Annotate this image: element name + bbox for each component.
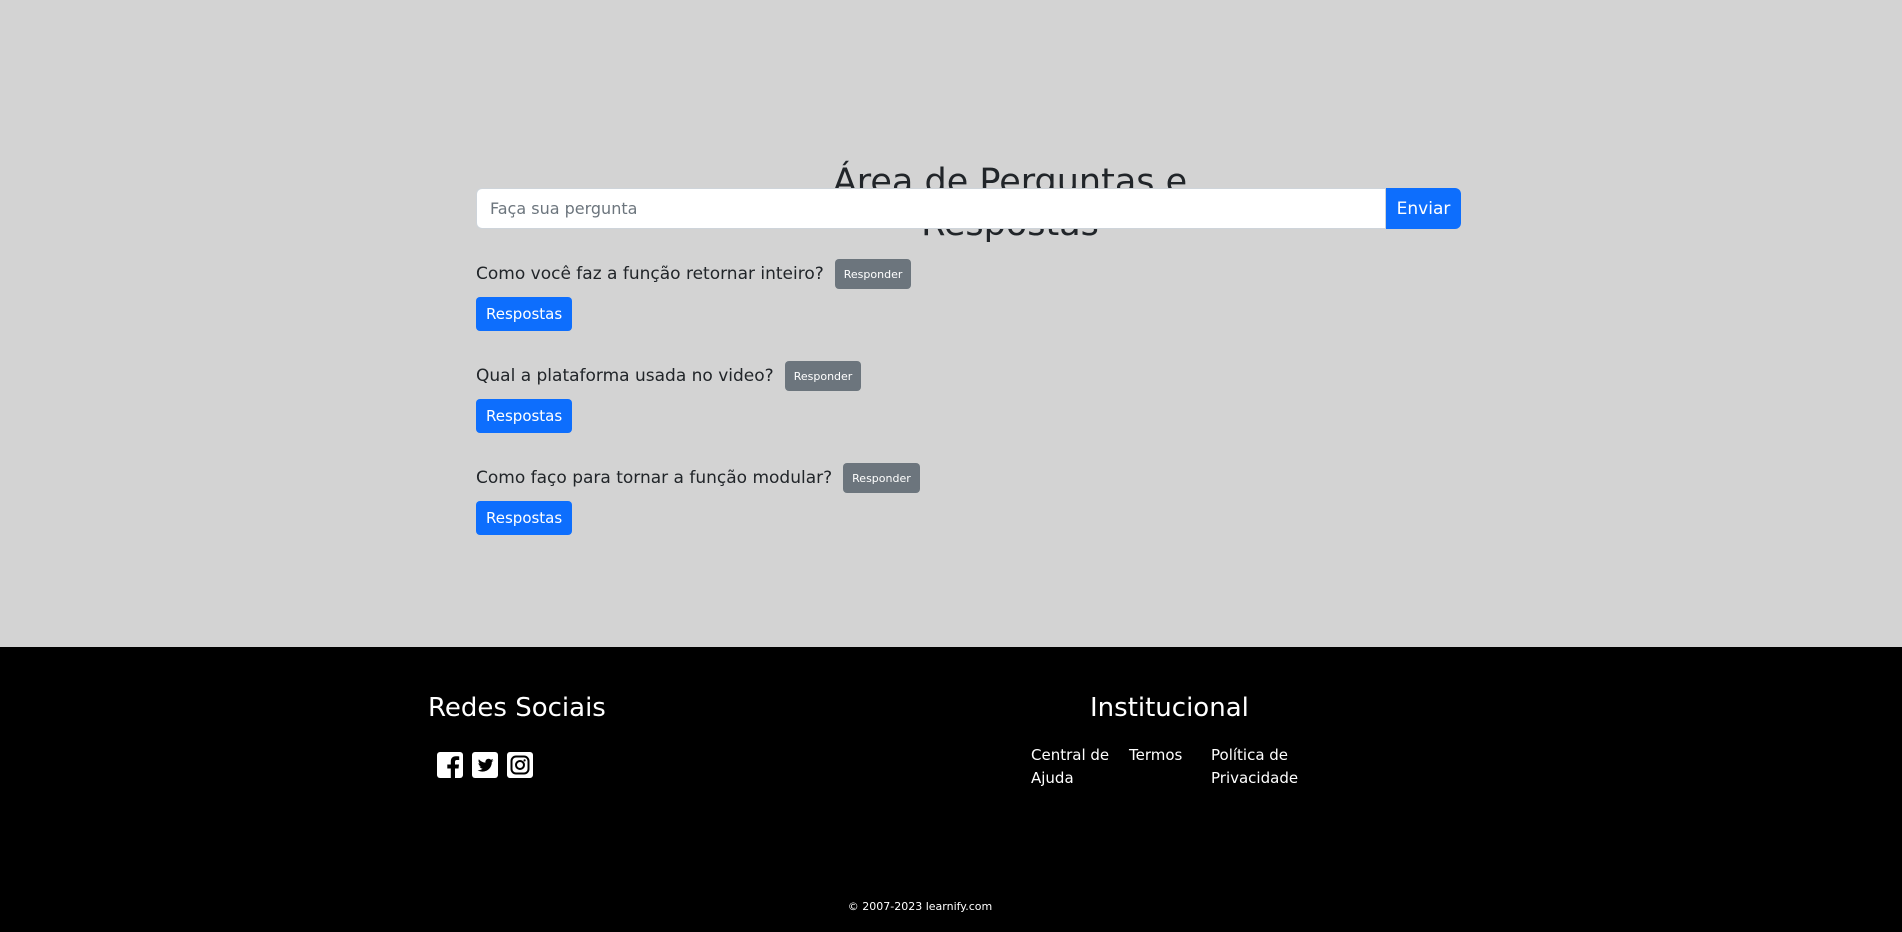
question-text: Qual a plataforma usada no video? bbox=[476, 366, 774, 386]
question-item: Como faço para tornar a função modular? … bbox=[476, 463, 920, 535]
send-button[interactable]: Enviar bbox=[1386, 188, 1461, 229]
privacy-policy-link[interactable]: Política de Privacidade bbox=[1211, 744, 1311, 790]
reply-button[interactable]: Responder bbox=[843, 463, 920, 493]
institutional-links: Central de Ajuda Termos Política de Priv… bbox=[1031, 744, 1311, 790]
social-title: Redes Sociais bbox=[428, 693, 606, 723]
answers-button[interactable]: Respostas bbox=[476, 501, 573, 535]
institutional-title: Institucional bbox=[1090, 693, 1249, 723]
copyright: © 2007-2023 learnify.com bbox=[847, 900, 993, 913]
help-center-link[interactable]: Central de Ajuda bbox=[1031, 744, 1129, 790]
question-text: Como você faz a função retornar inteiro? bbox=[476, 264, 824, 284]
ask-form: Enviar bbox=[476, 188, 1461, 229]
footer: Redes Sociais Institucional Central de A bbox=[0, 647, 1902, 932]
instagram-icon[interactable] bbox=[506, 751, 534, 779]
terms-link[interactable]: Termos bbox=[1129, 744, 1211, 790]
answers-button[interactable]: Respostas bbox=[476, 297, 573, 331]
reply-button[interactable]: Responder bbox=[784, 361, 862, 391]
answers-button[interactable]: Respostas bbox=[476, 399, 573, 433]
question-item: Como você faz a função retornar inteiro?… bbox=[476, 259, 912, 331]
question-text: Como faço para tornar a função modular? bbox=[476, 468, 833, 488]
question-input[interactable] bbox=[476, 188, 1386, 229]
question-item: Qual a plataforma usada no video? Respon… bbox=[476, 361, 862, 433]
main-section: Área de Perguntas e Respostas Enviar Com… bbox=[0, 0, 1902, 647]
reply-button[interactable]: Responder bbox=[834, 259, 912, 289]
facebook-icon[interactable] bbox=[436, 751, 464, 779]
social-icons bbox=[436, 751, 534, 779]
twitter-icon[interactable] bbox=[471, 751, 499, 779]
